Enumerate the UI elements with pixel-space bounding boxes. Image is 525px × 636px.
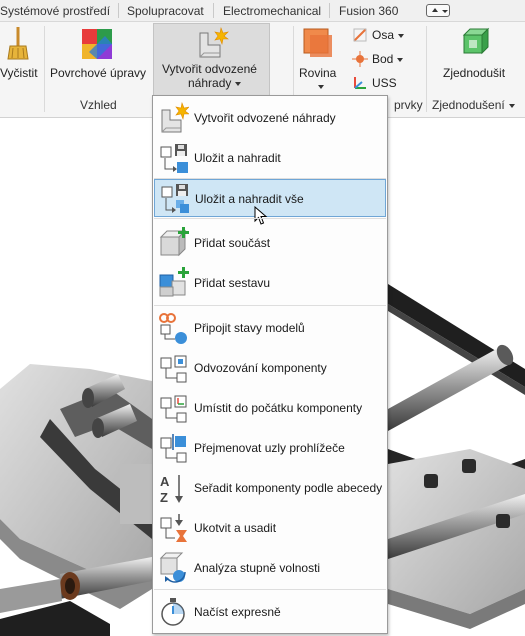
tab-fusion-360[interactable]: Fusion 360 <box>339 4 398 18</box>
save-replace-all-icon <box>161 184 189 213</box>
ground-and-root-icon <box>160 514 187 542</box>
derived-substitute-icon <box>161 102 189 133</box>
osa-button[interactable]: Osa <box>352 26 422 44</box>
tab-separator <box>213 3 214 18</box>
express-load-stopwatch-icon <box>161 598 185 626</box>
uss-button[interactable]: USS <box>352 74 422 92</box>
menu-item-label: Seřadit komponenty podle abecedy <box>194 481 383 495</box>
menu-item-pridat-soucast[interactable]: Přidat součást <box>154 224 386 262</box>
menu-item-odvozovani-komponenty[interactable]: Odvozování komponenty <box>154 349 386 387</box>
ribbon-display-options-button[interactable] <box>426 4 450 17</box>
ribbon-tab-strip: Systémové prostředí Spolupracovat Electr… <box>0 0 525 22</box>
dof-analysis-icon <box>159 552 186 583</box>
simplify-icon <box>462 27 490 55</box>
ribbon-separator <box>426 26 427 112</box>
menu-item-ukotvit-a-usadit[interactable]: Ukotvit a usadit <box>154 509 386 547</box>
vytvorit-label-line1: Vytvořit odvozené <box>162 62 257 76</box>
chevron-down-icon <box>508 103 515 108</box>
link-model-states-icon <box>159 313 187 344</box>
tab-separator <box>329 3 330 18</box>
menu-item-analyza-stupne-volnosti[interactable]: Analýza stupně volnosti <box>154 549 386 587</box>
tab-spolupracovat[interactable]: Spolupracovat <box>127 4 204 18</box>
add-assembly-icon <box>159 267 189 297</box>
ucs-icon <box>354 77 366 89</box>
menu-item-label: Přidat sestavu <box>194 276 271 290</box>
ground-at-origin-icon <box>160 395 187 423</box>
vytvorit-odvozene-nahrady-button[interactable]: Vytvořit odvozené náhrady <box>153 23 270 96</box>
menu-item-prejmenovat-uzly-prohlizece[interactable]: Přejmenovat uzly prohlížeče <box>154 429 386 467</box>
chevron-down-icon <box>235 81 242 86</box>
menu-separator <box>154 305 386 306</box>
povrchove-upravy-label: Povrchové úpravy <box>50 66 147 80</box>
broom-icon <box>7 27 29 60</box>
chevron-down-icon <box>442 10 448 13</box>
group-label-vzhled: Vzhled <box>80 98 117 112</box>
menu-item-pripojit-stavy-modelu[interactable]: Připojit stavy modelů <box>154 309 386 347</box>
triangle-icon <box>432 8 438 12</box>
chevron-down-icon <box>318 85 324 89</box>
svg-text:Z: Z <box>160 490 168 504</box>
menu-item-label: Přidat součást <box>194 236 271 250</box>
menu-separator <box>154 589 386 590</box>
menu-separator <box>154 218 386 219</box>
menu-item-label: Ukotvit a usadit <box>194 521 277 535</box>
menu-item-label: Vytvořit odvozené náhrady <box>194 111 336 125</box>
rename-browser-nodes-icon <box>160 434 187 463</box>
tab-electromechanical[interactable]: Electromechanical <box>223 4 321 18</box>
rovina-label: Rovina <box>299 66 337 80</box>
chevron-down-icon <box>397 57 404 62</box>
menu-item-label: Uložit a nahradit vše <box>195 192 304 206</box>
menu-item-label: Uložit a nahradit <box>194 151 281 165</box>
vytvorit-odvozene-nahrady-dropdown: Vytvořit odvozené náhrady Uložit a nahra… <box>152 95 388 634</box>
menu-item-label: Přejmenovat uzly prohlížeče <box>194 441 345 455</box>
work-plane-icon <box>303 28 332 57</box>
add-part-icon <box>159 227 189 257</box>
derive-component-icon <box>160 355 187 383</box>
appearance-color-cube-icon <box>82 29 112 59</box>
work-point-icon <box>352 51 368 67</box>
derived-substitute-icon <box>199 27 229 58</box>
sort-alphabetically-icon: A Z <box>160 474 183 504</box>
bod-label: Bod <box>372 52 404 66</box>
uss-label: USS <box>372 76 397 90</box>
vytvorit-label-line2: náhrady <box>188 76 242 90</box>
inventor-window: Systémové prostředí Spolupracovat Electr… <box>0 0 525 636</box>
save-replace-icon <box>160 144 188 173</box>
menu-item-label: Odvozování komponenty <box>194 361 327 375</box>
tab-systemove-prostredi[interactable]: Systémové prostředí <box>0 4 110 18</box>
rovina-button[interactable]: Rovina <box>296 24 340 94</box>
ribbon-separator <box>44 26 45 112</box>
mouse-cursor-icon <box>254 206 268 225</box>
group-label-prvky: prvky <box>394 98 423 112</box>
povrchove-upravy-button[interactable]: Povrchové úpravy <box>48 24 148 94</box>
zjednodusit-button[interactable]: Zjednodušit <box>430 24 522 94</box>
menu-item-label: Analýza stupně volnosti <box>194 561 321 575</box>
chevron-down-icon <box>398 33 405 38</box>
osa-label: Osa <box>372 28 405 42</box>
menu-item-ulozit-a-nahradit[interactable]: Uložit a nahradit <box>154 139 386 177</box>
menu-item-pridat-sestavu[interactable]: Přidat sestavu <box>154 264 386 302</box>
menu-item-nacist-expresne[interactable]: Načíst expresně <box>154 593 386 631</box>
vycistit-label: Vyčistit <box>0 66 38 80</box>
menu-item-ulozit-a-nahradit-vse[interactable]: Uložit a nahradit vše <box>154 179 386 225</box>
zjednodusit-label: Zjednodušit <box>443 66 506 80</box>
menu-item-label: Připojit stavy modelů <box>194 321 305 335</box>
vycistit-button[interactable]: Vyčistit <box>0 24 44 94</box>
bod-button[interactable]: Bod <box>352 50 422 68</box>
menu-item-seradit-komponenty-podle-abecedy[interactable]: A Z Seřadit komponenty podle abecedy <box>154 469 386 507</box>
group-label-zjednoduseni[interactable]: Zjednodušení <box>432 98 515 112</box>
work-axis-icon <box>353 28 367 42</box>
svg-text:A: A <box>160 474 170 489</box>
menu-item-umistit-do-pocatku-komponenty[interactable]: Umístit do počátku komponenty <box>154 389 386 427</box>
tab-separator <box>118 3 119 18</box>
menu-item-label: Načíst expresně <box>194 605 281 619</box>
menu-item-vytvorit-odvozene-nahrady[interactable]: Vytvořit odvozené náhrady <box>154 99 386 137</box>
menu-item-label: Umístit do počátku komponenty <box>194 401 363 415</box>
